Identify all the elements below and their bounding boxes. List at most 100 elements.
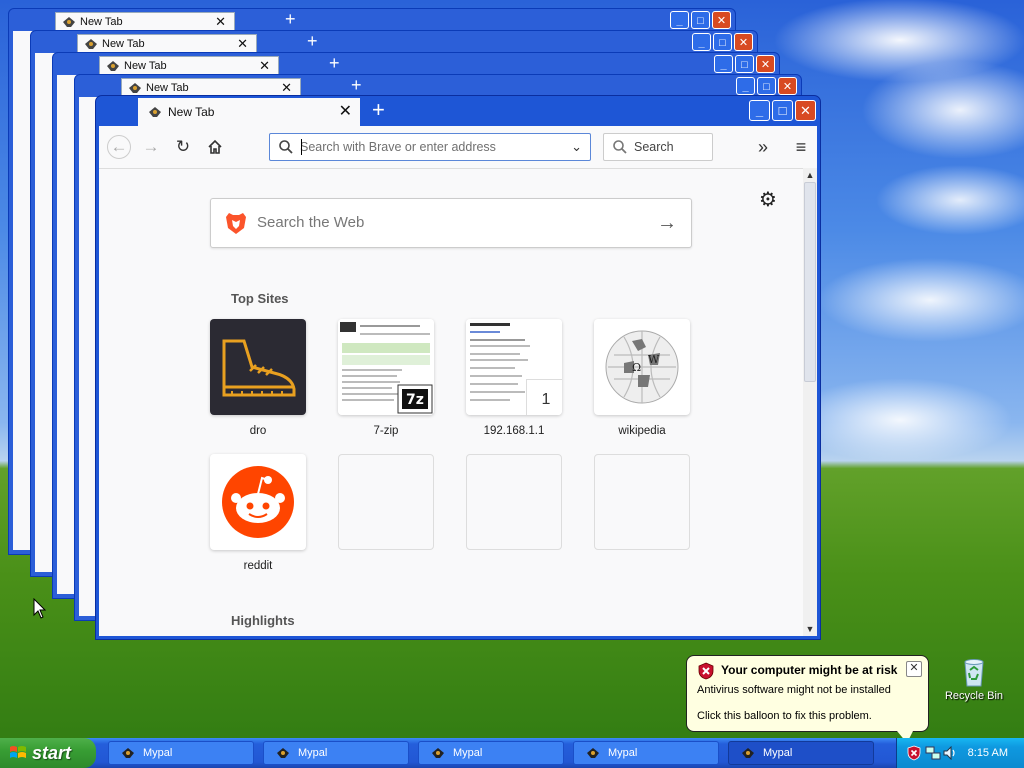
close-button[interactable]: ✕: [756, 55, 775, 73]
system-tray: 8:15 AM: [896, 738, 1024, 768]
minimize-button[interactable]: _: [670, 11, 689, 29]
page-count-badge: 1: [526, 379, 562, 415]
maximize-button[interactable]: □: [735, 55, 754, 73]
arrow-right-icon[interactable]: →: [657, 199, 677, 247]
volume-icon[interactable]: [943, 746, 957, 760]
home-button[interactable]: [203, 135, 227, 159]
top-site-label: reddit: [243, 560, 273, 572]
background-tab[interactable]: New Tab ✕: [55, 12, 235, 30]
chevron-down-icon[interactable]: ⌄: [571, 134, 582, 160]
new-tab-button[interactable]: +: [285, 9, 296, 30]
new-tab-button[interactable]: +: [307, 31, 318, 52]
top-site-router[interactable]: 1: [466, 319, 562, 415]
vertical-scrollbar[interactable]: ▲ ▼: [803, 168, 817, 636]
overflow-menu-button[interactable]: »: [751, 135, 775, 159]
mypal-favicon-icon: [63, 17, 75, 27]
top-site-reddit[interactable]: [210, 454, 306, 550]
taskbar-button-mypal[interactable]: Mypal: [573, 741, 719, 765]
forward-button[interactable]: →: [139, 135, 163, 159]
minimize-button[interactable]: _: [736, 77, 755, 95]
top-sites-title: Top Sites: [231, 291, 289, 306]
reload-button[interactable]: ↻: [171, 135, 195, 159]
close-button[interactable]: ✕: [712, 11, 731, 29]
windows-logo-icon: [10, 746, 26, 758]
recycle-bin-icon: [964, 659, 984, 687]
background-tab-label: New Tab: [146, 82, 189, 94]
home-icon: [208, 139, 222, 154]
network-icon[interactable]: [925, 745, 941, 761]
svg-text:7z: 7z: [406, 392, 424, 408]
tab-new-tab[interactable]: New Tab ✕: [138, 98, 360, 126]
background-tab[interactable]: New Tab ✕: [99, 56, 279, 74]
search-icon: [279, 140, 293, 154]
top-site-wikipedia[interactable]: Ω W: [594, 319, 690, 415]
new-tab-button[interactable]: +: [351, 75, 362, 96]
back-button[interactable]: ←: [107, 135, 131, 159]
gear-icon[interactable]: ⚙: [759, 187, 777, 212]
mypal-favicon-icon: [122, 748, 134, 758]
close-button[interactable]: ✕: [778, 77, 797, 95]
scroll-up-arrow-icon[interactable]: ▲: [803, 168, 817, 182]
security-balloon[interactable]: Your computer might be at risk ✕ Antivir…: [686, 655, 929, 743]
taskbar-button-mypal-active[interactable]: Mypal: [728, 741, 874, 765]
background-tab-label: New Tab: [80, 16, 123, 28]
taskbar-button-label: Mypal: [453, 747, 483, 759]
background-tab[interactable]: New Tab ✕: [77, 34, 257, 52]
recycle-bin[interactable]: Recycle Bin: [944, 656, 1004, 702]
mypal-favicon-icon: [107, 61, 119, 71]
scrollbar-thumb[interactable]: [804, 182, 816, 382]
close-tab-icon[interactable]: ✕: [339, 98, 352, 126]
start-button[interactable]: start: [0, 738, 96, 768]
mypal-favicon-icon: [85, 39, 97, 49]
close-tab-icon[interactable]: ✕: [237, 35, 248, 53]
close-button[interactable]: ✕: [795, 100, 816, 121]
text-caret: [301, 139, 302, 155]
top-site-empty-slot: [338, 454, 434, 550]
start-label: start: [32, 743, 72, 763]
mypal-favicon-icon: [587, 748, 599, 758]
taskbar-button-mypal[interactable]: Mypal: [263, 741, 409, 765]
title-bar[interactable]: New Tab ✕ + _ □ ✕: [96, 96, 820, 126]
hamburger-menu-button[interactable]: ≡: [789, 135, 813, 159]
taskbar-button-label: Mypal: [143, 747, 173, 759]
highlights-title: Highlights: [231, 613, 295, 628]
top-site-7-zip[interactable]: 7z: [338, 319, 434, 415]
web-search-box[interactable]: Search the Web →: [210, 198, 692, 248]
minimize-button[interactable]: _: [714, 55, 733, 73]
close-tab-icon[interactable]: ✕: [259, 57, 270, 75]
background-tab-label: New Tab: [102, 38, 145, 50]
balloon-close-button[interactable]: ✕: [906, 661, 922, 677]
search-bar[interactable]: Search: [603, 133, 713, 161]
close-tab-icon[interactable]: ✕: [215, 13, 226, 31]
taskbar-button-label: Mypal: [763, 747, 793, 759]
mypal-favicon-icon: [129, 83, 141, 93]
scroll-down-arrow-icon[interactable]: ▼: [803, 622, 817, 636]
recycle-bin-label: Recycle Bin: [944, 690, 1004, 702]
minimize-button[interactable]: _: [749, 100, 770, 121]
reddit-logo-icon: [222, 466, 294, 538]
background-tab[interactable]: New Tab ✕: [121, 78, 301, 96]
close-button[interactable]: ✕: [734, 33, 753, 51]
maximize-button[interactable]: □: [691, 11, 710, 29]
minimize-button[interactable]: _: [692, 33, 711, 51]
mypal-favicon-icon: [149, 107, 161, 117]
clock[interactable]: 8:15 AM: [968, 738, 1008, 768]
address-bar-placeholder: Search with Brave or enter address: [300, 140, 496, 154]
top-site-empty-slot: [594, 454, 690, 550]
maximize-button[interactable]: □: [713, 33, 732, 51]
navigation-toolbar: ← → ↻ Search with Brave or enter address…: [99, 126, 817, 168]
maximize-button[interactable]: □: [772, 100, 793, 121]
new-tab-button[interactable]: +: [372, 98, 385, 122]
taskbar-button-mypal[interactable]: Mypal: [108, 741, 254, 765]
top-site-dro[interactable]: [210, 319, 306, 415]
taskbar-button-mypal[interactable]: Mypal: [418, 741, 564, 765]
top-site-label: dro: [249, 425, 267, 437]
maximize-button[interactable]: □: [757, 77, 776, 95]
security-alert-icon[interactable]: [907, 745, 921, 761]
boot-icon: [222, 339, 296, 397]
balloon-message: Antivirus software might not be installe…: [697, 684, 891, 696]
address-bar[interactable]: Search with Brave or enter address ⌄: [269, 133, 591, 161]
search-bar-placeholder: Search: [634, 140, 674, 154]
new-tab-button[interactable]: +: [329, 53, 340, 74]
mypal-favicon-icon: [432, 748, 444, 758]
